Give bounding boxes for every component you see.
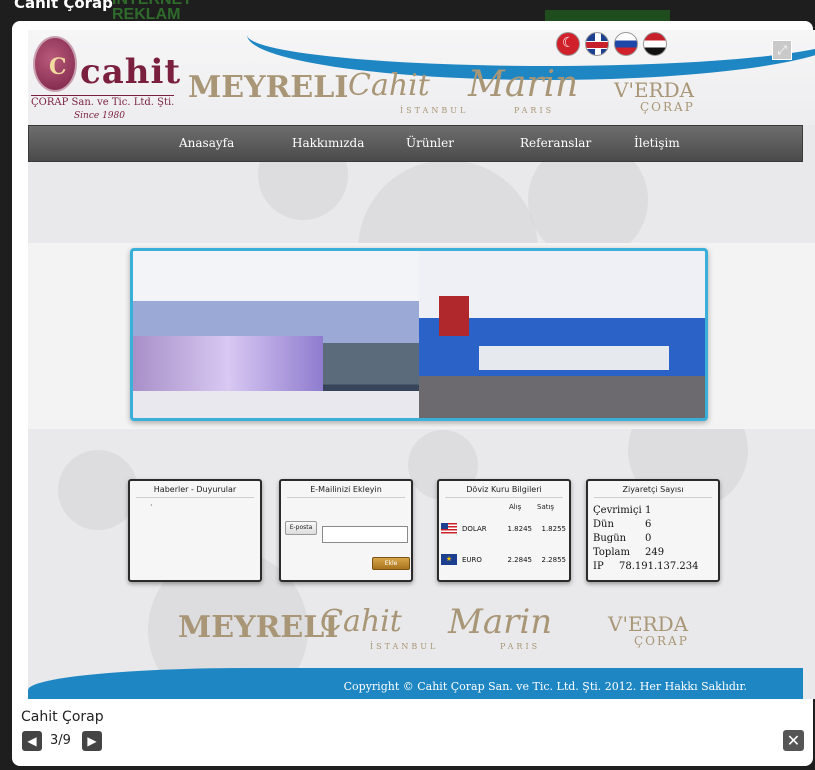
brand-marin-paris-sub: PARIS — [514, 106, 555, 115]
decor-bubble — [58, 450, 138, 530]
photo-machine — [439, 296, 469, 336]
brand-meyreli[interactable]: MEYRELI — [188, 70, 348, 105]
flag-english-icon[interactable] — [585, 32, 609, 56]
currency-row-euro: ★ EURO 2.2845 2.2855 — [441, 554, 569, 565]
footer-brand-meyreli[interactable]: MEYRELI — [178, 610, 338, 645]
news-title: Haberler - Duyurular — [136, 481, 254, 498]
brand-cahit-istanbul[interactable]: Cahit — [348, 68, 430, 103]
photo-fabric-pile — [133, 336, 323, 391]
footer-brand-verda[interactable]: V'ERDA — [608, 612, 688, 636]
brand-marin-paris[interactable]: Marin — [468, 64, 578, 105]
copyright-text: Copyright © Cahit Çorap San. ve Tic. Ltd… — [343, 680, 747, 693]
visitor-value: 6 — [645, 519, 652, 530]
visitor-row: Dün 6 — [593, 519, 651, 530]
photo-work-table — [479, 346, 669, 370]
currency-buy: 2.2845 — [507, 555, 533, 564]
image-counter: 3/9 — [50, 733, 71, 748]
background-ad-text: INTERNET REKLAM — [112, 0, 192, 23]
visitor-label: Dün — [593, 519, 614, 530]
email-add-button[interactable]: Ekle — [372, 557, 410, 570]
footer-brand-cahit-sub: İSTANBUL — [370, 642, 439, 651]
currency-box: Döviz Kuru Bilgileri Alış Satış DOLAR 1.… — [437, 479, 571, 582]
flag-turkish-icon[interactable] — [556, 32, 580, 56]
footer-brand-cahit[interactable]: Cahit — [320, 604, 402, 639]
logo-emblem: C — [33, 36, 77, 92]
visitor-label: Toplam — [593, 547, 630, 558]
currency-row-dolar: DOLAR 1.8245 1.8255 — [441, 523, 569, 534]
lightbox-caption: Cahit Çorap — [21, 709, 104, 725]
nav-item-urunler[interactable]: Ürünler — [406, 136, 454, 150]
footer-brand-marin[interactable]: Marin — [448, 602, 552, 642]
visitor-label: Bugün — [593, 533, 627, 544]
photo-floor — [419, 376, 705, 418]
currency-sell: 2.2855 — [541, 555, 567, 564]
visitor-row: Çevrimiçi 1 — [593, 505, 651, 516]
footer-brand-marin-sub: PARIS — [500, 642, 541, 651]
news-box: Haberler - Duyurular · — [128, 479, 262, 582]
news-bullet: · — [150, 501, 153, 510]
background-page-title: Cahit Çorap — [14, 0, 113, 12]
visitors-box: Ziyaretçi Sayısı Çevrimiçi 1 Dün 6 Bugün… — [586, 479, 720, 582]
visitor-row: IP 78.191.137.234 — [593, 561, 699, 572]
nav-item-iletisim[interactable]: İletişim — [634, 136, 680, 150]
photo-slider[interactable] — [130, 248, 708, 421]
visitors-title: Ziyaretçi Sayısı — [594, 481, 712, 498]
currency-buy-header: Alış — [509, 503, 522, 511]
flag-arabic-icon[interactable] — [643, 32, 667, 56]
expand-icon[interactable]: ⤢ — [772, 40, 792, 60]
factory-photo-left — [133, 251, 419, 418]
brand-cahit-istanbul-sub: İSTANBUL — [400, 106, 469, 115]
visitor-value: 249 — [645, 547, 665, 558]
visitor-value: 1 — [645, 505, 652, 516]
currency-sell-header: Satış — [537, 503, 555, 511]
logo-name: cahit — [80, 52, 182, 92]
lightbox: C cahit ÇORAP San. ve Tic. Ltd. Şti. Sin… — [12, 21, 815, 766]
footer-brand-verda-sub: ÇORAP — [634, 634, 689, 648]
currency-sell: 1.8255 — [541, 524, 567, 533]
site-nav: Anasayfa Hakkımızda Ürünler Referanslar … — [28, 125, 803, 162]
visitor-row: Toplam 249 — [593, 547, 664, 558]
us-flag-icon — [441, 523, 457, 534]
photo-table-left — [133, 391, 419, 418]
nav-item-anasayfa[interactable]: Anasayfa — [179, 136, 234, 150]
logo-emblem-letter: C — [49, 54, 67, 80]
visitor-row: Bugün 0 — [593, 533, 651, 544]
prev-arrow-icon[interactable]: ◀ — [22, 731, 42, 751]
nav-item-referanslar[interactable]: Referanslar — [520, 136, 591, 150]
email-box: E-Mailinizi Ekleyin E-posta Ekle — [279, 479, 413, 582]
eu-flag-icon: ★ — [441, 554, 457, 565]
currency-name: DOLAR — [462, 524, 487, 533]
email-input[interactable] — [322, 526, 408, 543]
visitor-value: 0 — [645, 533, 652, 544]
language-flags — [556, 32, 667, 56]
site-header: C cahit ÇORAP San. ve Tic. Ltd. Şti. Sin… — [28, 30, 815, 125]
brand-verda-sub: ÇORAP — [640, 100, 695, 114]
nav-item-hakkimizda[interactable]: Hakkımızda — [292, 136, 364, 150]
visitor-value: 78.191.137.234 — [619, 561, 699, 572]
email-title: E-Mailinizi Ekleyin — [287, 481, 405, 498]
email-label: E-posta — [285, 521, 317, 535]
currency-name: EURO — [462, 555, 482, 564]
currency-buy: 1.8245 — [507, 524, 533, 533]
flag-russian-icon[interactable] — [614, 32, 638, 56]
brand-verda[interactable]: V'ERDA — [614, 78, 694, 102]
close-icon[interactable]: ✕ — [783, 730, 804, 751]
currency-title: Döviz Kuru Bilgileri — [445, 481, 563, 498]
visitor-label: IP — [593, 561, 604, 572]
logo-since: Since 1980 — [74, 111, 125, 121]
screenshot-image: C cahit ÇORAP San. ve Tic. Ltd. Şti. Sin… — [28, 30, 815, 699]
logo-subtitle: ÇORAP San. ve Tic. Ltd. Şti. — [31, 95, 175, 108]
visitor-label: Çevrimiçi — [593, 505, 642, 516]
next-arrow-icon[interactable]: ▶ — [82, 731, 102, 751]
factory-photo-right — [419, 251, 705, 418]
